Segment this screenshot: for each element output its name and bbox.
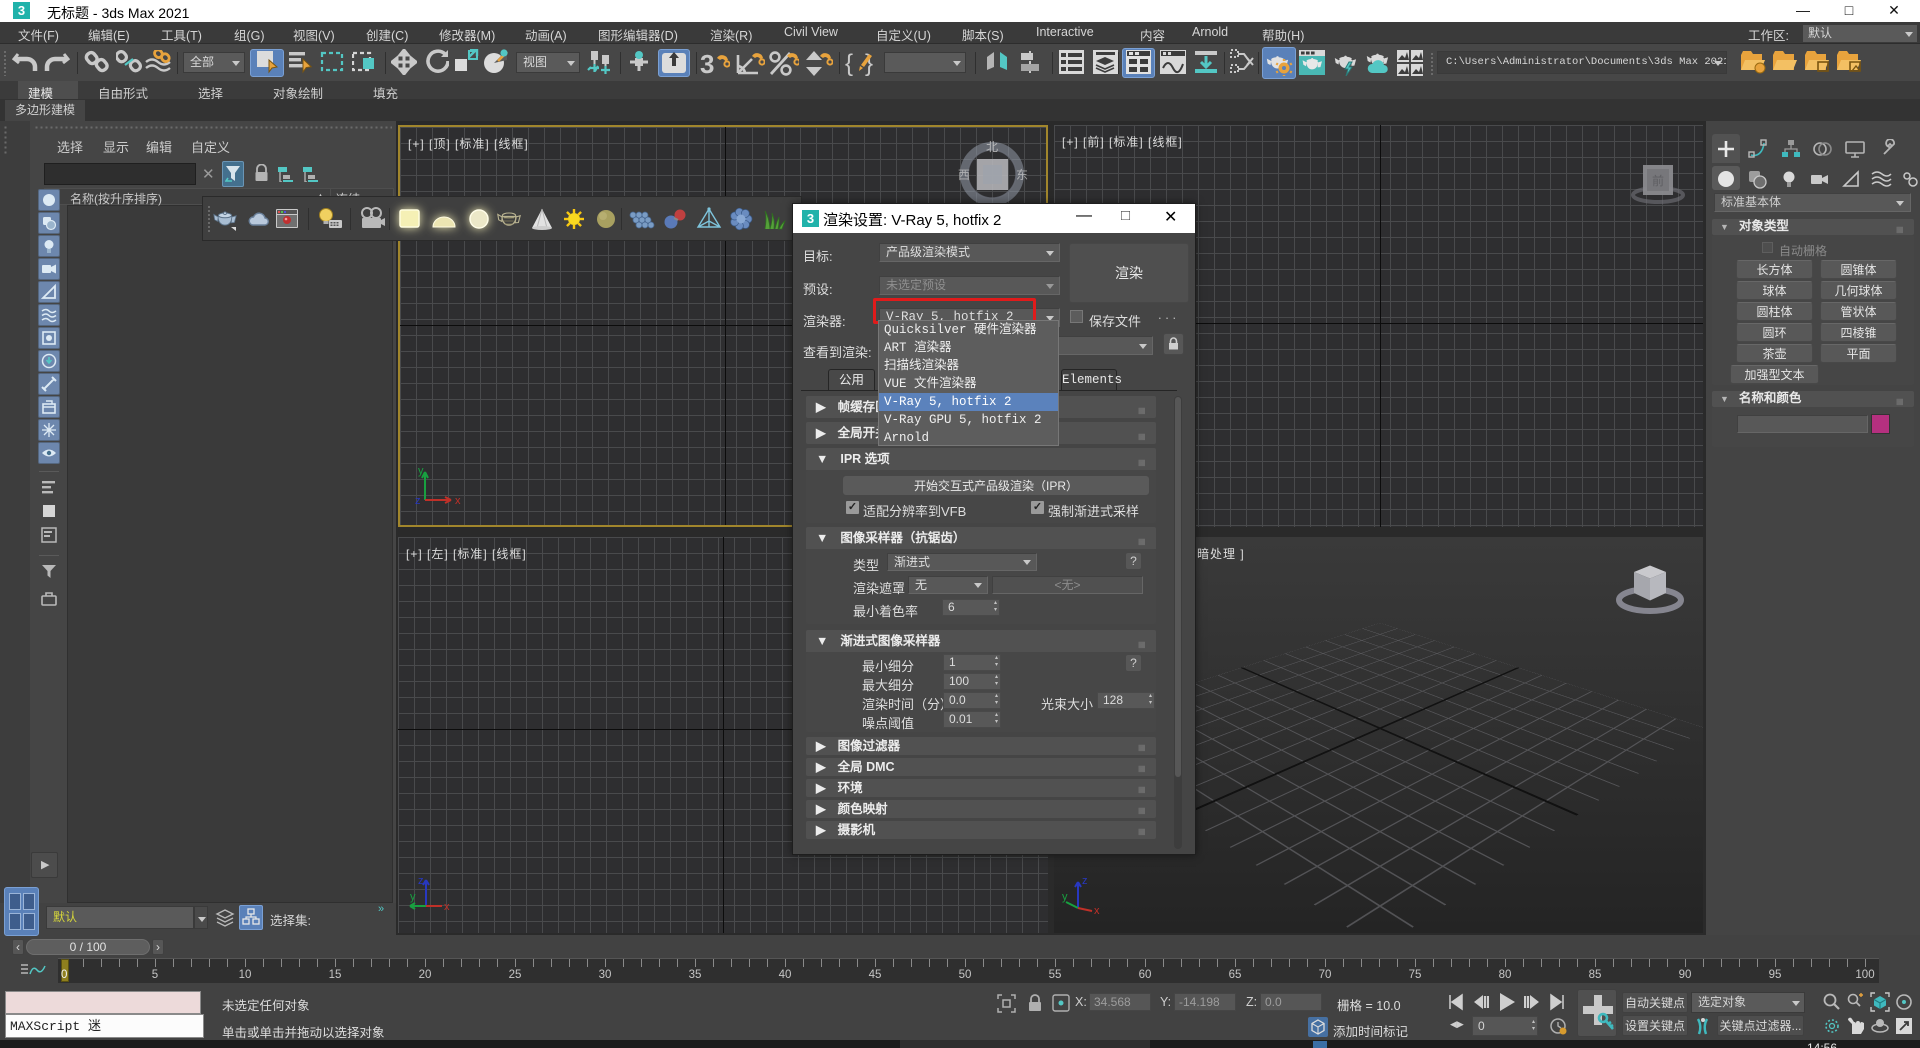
- svg-text:z: z: [1082, 875, 1088, 887]
- svg-text:y: y: [1062, 891, 1068, 903]
- svg-text:前: 前: [1652, 173, 1664, 188]
- svg-text:z: z: [418, 875, 424, 887]
- svg-text:y: y: [418, 465, 424, 477]
- svg-text:x: x: [444, 901, 450, 912]
- svg-text:{: {: [845, 50, 853, 77]
- svg-text:东: 东: [1016, 168, 1028, 182]
- svg-text:北: 北: [986, 140, 998, 154]
- svg-text:x: x: [455, 495, 461, 504]
- svg-text:x: x: [1094, 905, 1100, 914]
- svg-text:西: 西: [958, 168, 970, 182]
- svg-text:z: z: [415, 495, 421, 504]
- svg-text:y: y: [410, 891, 416, 903]
- svg-text:3: 3: [700, 49, 714, 77]
